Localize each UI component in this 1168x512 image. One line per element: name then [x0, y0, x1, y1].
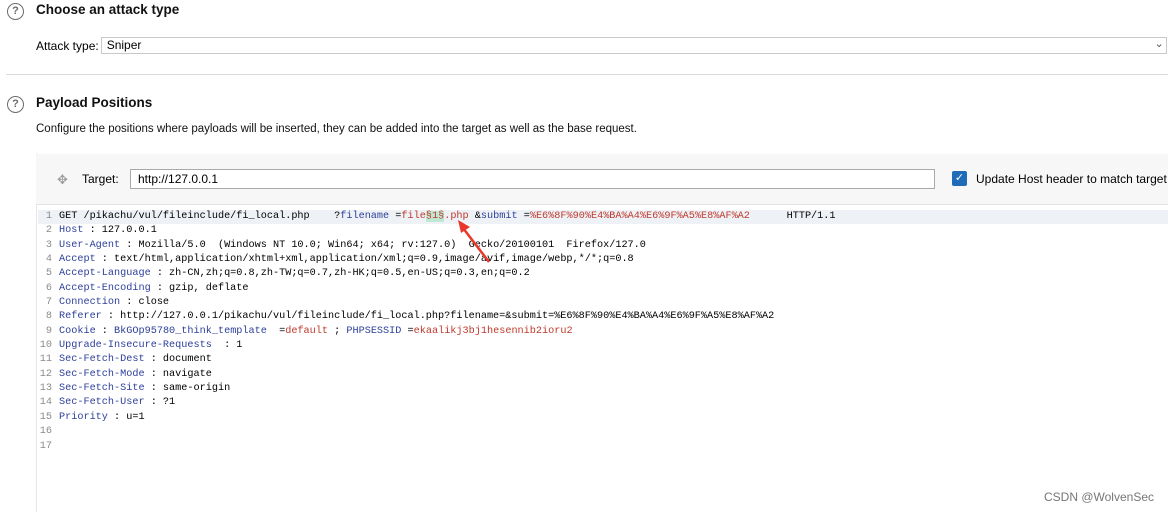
attack-type-title: Choose an attack type: [36, 2, 180, 17]
line-number: 6: [45, 282, 52, 294]
line-number: 10: [39, 340, 52, 352]
request-text: : navigate: [144, 368, 212, 380]
request-key: Accept-Language: [59, 268, 151, 280]
chevron-down-icon[interactable]: ⌄: [1154, 37, 1163, 52]
request-line[interactable]: 7 Connection : close: [38, 296, 1168, 310]
request-text: =: [389, 211, 402, 222]
line-number: 15: [39, 411, 52, 423]
request-line[interactable]: 9 Cookie : BkGOp95780_think_template =def…: [38, 325, 1168, 339]
request-key: Accept-Encoding: [59, 282, 151, 294]
request-text: : http://127.0.0.1/pikachu/vul/fileinclu…: [101, 311, 775, 323]
request-line[interactable]: 15 Priority : u=1: [38, 411, 1168, 425]
request-value: %E6%8F%90%E4%BA%A4%E6%9F%A5%E8%AF%A2: [529, 211, 750, 222]
line-number: 13: [39, 383, 52, 395]
request-text: : gzip, deflate: [150, 282, 249, 294]
request-text: GET /pikachu/vul/fileinclude/fi_local.ph…: [59, 211, 341, 222]
line-number: 1: [45, 211, 52, 222]
update-host-label: Update Host header to match target: [976, 172, 1167, 186]
payload-positions-title: Payload Positions: [36, 95, 153, 110]
attack-type-row: Attack type: Sniper ⌄: [36, 37, 1167, 54]
request-value: default: [285, 325, 329, 337]
request-line[interactable]: 2 Host : 127.0.0.1: [38, 224, 1168, 238]
request-line[interactable]: 11 Sec-Fetch-Dest : document: [38, 353, 1168, 367]
request-text: : zh-CN,zh;q=0.8,zh-TW;q=0.7,zh-HK;q=0.5…: [150, 268, 530, 280]
request-line[interactable]: 16: [38, 425, 1168, 439]
request-key: Referer: [59, 311, 102, 323]
update-host-checkbox[interactable]: ✓: [952, 171, 967, 186]
payload-marker: §1§: [425, 211, 445, 222]
request-value: file: [401, 211, 426, 222]
attack-type-label: Attack type:: [36, 38, 99, 53]
help-icon[interactable]: ?: [7, 3, 24, 20]
request-key: Sec-Fetch-Mode: [59, 368, 145, 380]
line-number: 3: [45, 239, 52, 251]
target-label: Target:: [82, 172, 119, 186]
attack-type-value: Sniper: [106, 38, 142, 52]
request-text: =: [517, 211, 530, 222]
request-text: =: [401, 325, 414, 337]
request-text: =: [266, 325, 286, 337]
line-number: 7: [45, 297, 52, 309]
request-key: Connection: [59, 297, 121, 309]
request-value: .php: [444, 211, 475, 222]
request-line[interactable]: 10 Upgrade-Insecure-Requests : 1: [38, 339, 1168, 353]
request-key: BkGOp95780_think_template: [114, 325, 267, 337]
request-value: ekaalikj3bj1hesennib2ioru2: [413, 325, 573, 337]
request-text: : ?1: [144, 397, 176, 409]
request-text: :: [95, 325, 115, 337]
request-line[interactable]: 8 Referer : http://127.0.0.1/pikachu/vul/…: [38, 310, 1168, 324]
request-key: Accept: [59, 254, 96, 266]
request-key: submit: [480, 211, 518, 222]
line-number: 17: [39, 440, 52, 452]
payload-positions-description: Configure the positions where payloads w…: [36, 123, 637, 135]
request-text: : 1: [211, 340, 243, 352]
line-number: 11: [39, 354, 52, 366]
line-number: 12: [39, 368, 52, 380]
request-editor[interactable]: 1 GET /pikachu/vul/fileinclude/fi_local.p…: [38, 210, 1168, 454]
line-number: 4: [45, 254, 52, 266]
line-number: 16: [39, 426, 52, 438]
request-text: : document: [144, 354, 212, 366]
request-key: Sec-Fetch-Site: [59, 383, 145, 395]
request-text: : 127.0.0.1: [83, 225, 157, 237]
line-number: 5: [45, 268, 52, 280]
request-key: Sec-Fetch-Dest: [59, 354, 145, 366]
request-key: User-Agent: [59, 239, 121, 251]
request-text: : same-origin: [144, 383, 231, 395]
line-number: 2: [45, 225, 52, 237]
request-line[interactable]: 6 Accept-Encoding : gzip, deflate: [38, 282, 1168, 296]
request-key: filename: [340, 211, 390, 222]
request-key: Host: [59, 225, 84, 237]
line-number: 14: [39, 397, 52, 409]
request-line[interactable]: 17: [38, 440, 1168, 454]
request-text: : Mozilla/5.0 (Windows NT 10.0; Win64; x…: [120, 239, 646, 251]
request-line[interactable]: 12 Sec-Fetch-Mode : navigate: [38, 368, 1168, 382]
section-divider: [6, 74, 1168, 75]
attack-type-select[interactable]: Sniper ⌄: [100, 37, 1167, 54]
help-icon[interactable]: ?: [7, 96, 24, 113]
request-key: Priority: [59, 411, 108, 423]
request-line[interactable]: 1 GET /pikachu/vul/fileinclude/fi_local.p…: [38, 210, 1168, 225]
request-line[interactable]: 3 User-Agent : Mozilla/5.0 (Windows NT 10…: [38, 239, 1168, 253]
request-text: ;: [328, 325, 347, 337]
request-key: Cookie: [59, 325, 96, 337]
request-text: HTTP/1.1: [749, 211, 836, 222]
request-line[interactable]: 5 Accept-Language : zh-CN,zh;q=0.8,zh-TW;…: [38, 267, 1168, 281]
line-number: 9: [45, 325, 52, 337]
line-number: 8: [45, 311, 52, 323]
request-key: Upgrade-Insecure-Requests: [59, 340, 212, 352]
request-line[interactable]: 13 Sec-Fetch-Site : same-origin: [38, 382, 1168, 396]
request-key: PHPSESSID: [346, 325, 402, 337]
target-input[interactable]: http://127.0.0.1: [130, 169, 935, 189]
move-icon: ✥: [57, 172, 68, 187]
watermark: CSDN @WolvenSec: [1044, 490, 1154, 504]
request-text: : text/html,application/xhtml+xml,applic…: [95, 254, 634, 266]
request-line[interactable]: 4 Accept : text/html,application/xhtml+xm…: [38, 253, 1168, 267]
request-line[interactable]: 14 Sec-Fetch-User : ?1: [38, 396, 1168, 410]
request-text: : close: [120, 297, 170, 309]
request-text: : u=1: [107, 411, 145, 423]
request-key: Sec-Fetch-User: [59, 397, 145, 409]
